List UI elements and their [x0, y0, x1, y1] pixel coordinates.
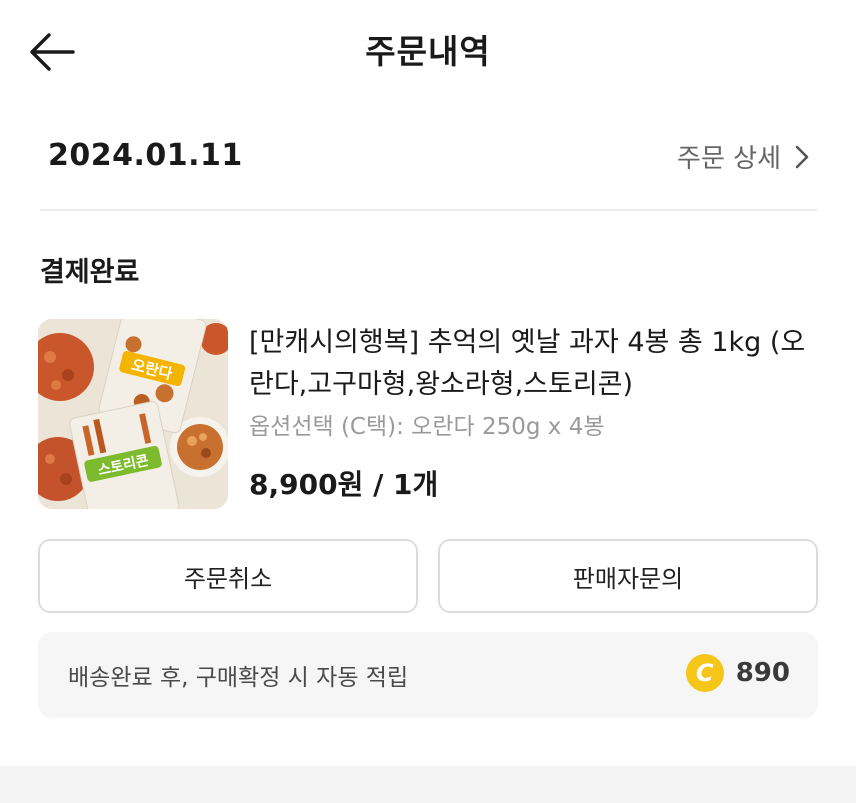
- order-date: 2024.01.11: [48, 138, 243, 173]
- reward-points: C 890: [685, 654, 790, 692]
- product-price: 8,900원 / 1개: [249, 468, 439, 501]
- product-option: 옵션선택 (C택): 오란다 250g x 4봉: [249, 414, 605, 440]
- seller-inquiry-button[interactable]: 판매자문의: [438, 539, 818, 613]
- reward-text: 배송완료 후, 구매확정 시 자동 적립: [68, 665, 409, 691]
- product-image: 오란다 스토리콘: [38, 319, 228, 509]
- product-thumbnail[interactable]: 오란다 스토리콘: [38, 319, 228, 509]
- section-divider: [40, 209, 817, 211]
- section-separator: [0, 766, 856, 803]
- order-date-row: 2024.01.11 주문 상세: [40, 132, 817, 184]
- coin-icon: C: [685, 654, 724, 692]
- cancel-order-button[interactable]: 주문취소: [38, 539, 418, 613]
- chevron-right-icon: [795, 145, 809, 168]
- product-name[interactable]: [만캐시의행복] 추억의 옛날 과자 4봉 총 1kg (오란다,고구마형,왕소…: [249, 322, 819, 406]
- app-header: 주문내역: [0, 0, 856, 104]
- reward-info-box: 배송완료 후, 구매확정 시 자동 적립 C 890: [38, 632, 818, 718]
- page-title: 주문내역: [365, 32, 491, 71]
- order-status: 결제완료: [40, 257, 140, 288]
- order-detail-label: 주문 상세: [677, 144, 781, 174]
- order-detail-link[interactable]: 주문 상세: [677, 138, 809, 175]
- points-value: 890: [735, 658, 790, 688]
